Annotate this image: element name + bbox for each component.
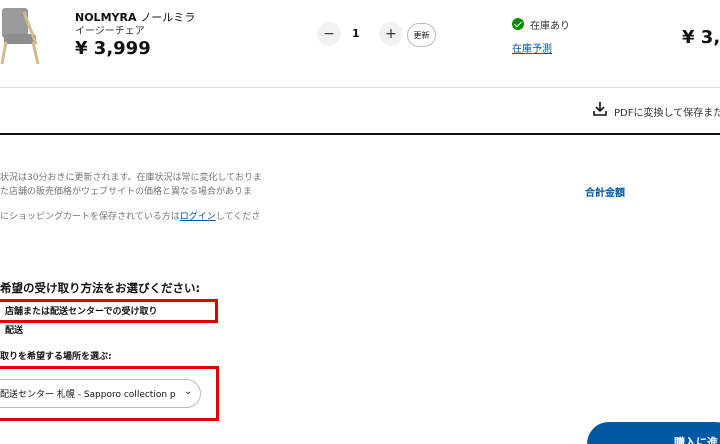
- divider: [0, 87, 720, 88]
- stock-status: 在庫あり: [530, 21, 570, 32]
- chevron-down-icon: ⌄: [184, 386, 193, 397]
- stock-forecast-link[interactable]: 在庫予測: [512, 40, 552, 55]
- login-link[interactable]: ログイン: [180, 212, 216, 222]
- delivery-method-heading: 希望の受け取り方法をお選びください:: [0, 281, 201, 295]
- pickup-location-label: 取りを希望する場所を選ぶ:: [0, 352, 112, 362]
- download-icon[interactable]: [592, 101, 608, 117]
- total-label: 合計金額: [585, 188, 625, 199]
- pdf-save-link[interactable]: PDFに変換して保存また: [614, 104, 720, 119]
- check-circle-icon: [512, 18, 524, 30]
- increase-quantity-button[interactable]: +: [379, 22, 403, 46]
- stock-info-text: 状況は30分おきに更新されます。在庫状況は常に変化しておりま た店舗の販売価格が…: [0, 173, 263, 197]
- minus-icon: −: [323, 26, 335, 42]
- update-button[interactable]: 更新: [407, 23, 436, 47]
- plus-icon: +: [385, 26, 397, 42]
- product-thumbnail[interactable]: [0, 4, 44, 66]
- option-delivery[interactable]: 配送: [5, 323, 23, 336]
- pickup-location-value: 配送センター 札幌 - Sapporo collection p: [0, 390, 176, 400]
- product-type: イージーチェア: [75, 26, 145, 37]
- option-store-pickup[interactable]: 店舗または配送センターでの受け取り: [5, 304, 157, 317]
- product-price: ¥ 3,999: [75, 38, 151, 59]
- section-divider: [0, 133, 720, 135]
- cart-save-info: にショッピングカートを保存されている方はログインしてくださ: [0, 212, 261, 222]
- quantity-value: 1: [352, 27, 360, 40]
- decrease-quantity-button[interactable]: −: [317, 22, 341, 46]
- line-total-price: ¥ 3,9: [682, 27, 720, 48]
- checkout-button-label: 購入に進: [674, 436, 718, 444]
